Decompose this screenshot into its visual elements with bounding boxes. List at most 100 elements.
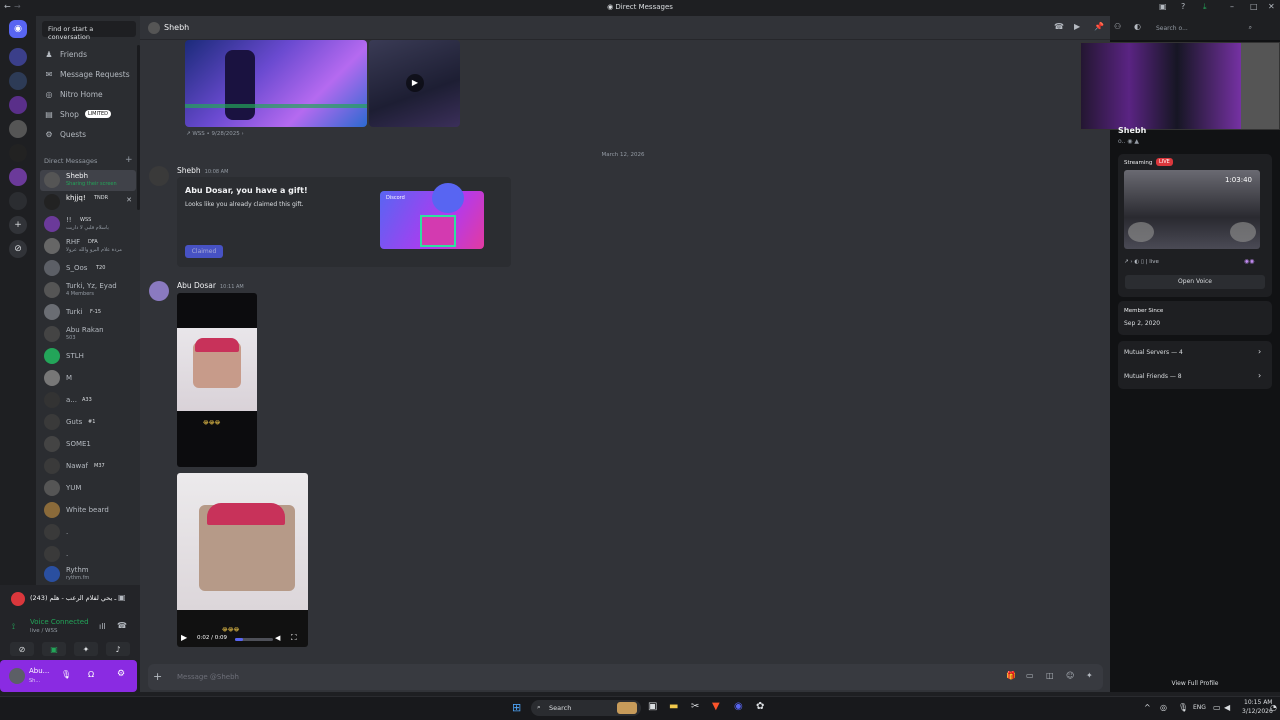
avatar[interactable] xyxy=(149,166,169,186)
create-dm-plus-icon[interactable]: + xyxy=(125,155,133,165)
chatgpt-icon[interactable]: ✿ xyxy=(756,701,764,712)
inbox-icon[interactable]: ▣ xyxy=(1159,2,1167,11)
dm-item[interactable]: a... A33 xyxy=(40,390,136,411)
dm-item[interactable]: SOME1 xyxy=(40,434,136,455)
dm-item[interactable]: White beard xyxy=(40,500,136,521)
capcut-icon[interactable]: ✂ xyxy=(691,701,699,712)
close-window-icon[interactable]: ✕ xyxy=(1268,2,1275,11)
tray-app-icon[interactable]: ◎ xyxy=(1160,703,1167,712)
pin-icon[interactable]: 📌 xyxy=(1094,22,1104,31)
dm-item[interactable]: Nawaf M37 xyxy=(40,456,136,477)
server-icon[interactable] xyxy=(9,96,27,114)
emoji-icon[interactable]: ☺ xyxy=(1066,671,1074,680)
screen-icon[interactable]: ▣ xyxy=(118,593,126,602)
video-attachment[interactable]: 😂😂😂 ▶ 0:02 / 0:09 ◀ ⛶ xyxy=(177,473,308,647)
microphone-icon[interactable]: 🎙 xyxy=(61,670,71,679)
server-icon[interactable] xyxy=(9,168,27,186)
brave-browser-icon[interactable]: ▼ xyxy=(712,701,720,712)
add-server-button[interactable]: + xyxy=(9,216,27,234)
claimed-button[interactable]: Claimed xyxy=(185,245,223,258)
dm-item[interactable]: khjjq! TNDR ✕ xyxy=(40,192,136,213)
maximize-icon[interactable]: □ xyxy=(1250,2,1258,11)
explore-button[interactable]: ⊘ xyxy=(9,240,27,258)
windows-start-icon[interactable]: ⊞ xyxy=(512,701,521,714)
image-attachment[interactable]: 😂😂😂 xyxy=(177,293,257,467)
camera-off-button[interactable]: ⊘ xyxy=(10,642,34,656)
network-icon[interactable]: ▭ xyxy=(1213,703,1221,712)
dm-item[interactable]: Guts #1 xyxy=(40,412,136,433)
taskbar-search[interactable]: ⌕ Search xyxy=(531,700,641,716)
headphones-icon[interactable]: Ω xyxy=(88,670,94,679)
nav-quests[interactable]: ⚙ Quests xyxy=(40,125,136,143)
dm-item-shebh[interactable]: Shebh Sharing their screen xyxy=(40,170,136,191)
activities-button[interactable]: ✦ xyxy=(74,642,98,656)
stream-thumbnail[interactable]: ▶ xyxy=(369,40,460,127)
help-icon[interactable]: ? xyxy=(1181,2,1185,11)
video-call-icon[interactable]: ▶ xyxy=(1074,22,1080,31)
add-friends-icon[interactable]: ⚇ xyxy=(1114,22,1121,31)
dm-item[interactable]: Rythm rythm.fm xyxy=(40,564,136,585)
nav-nitro-home[interactable]: ◎ Nitro Home xyxy=(40,85,136,103)
download-icon[interactable]: ⤓ xyxy=(1203,2,1207,12)
message-author[interactable]: Abu Dosar 10:11 AM xyxy=(177,281,244,290)
tray-mic-icon[interactable]: 🎙 xyxy=(1178,703,1188,712)
message-input[interactable]: Message @Shebh xyxy=(177,673,239,681)
dm-item[interactable]: RHF DFA مردة علام البرو والله عرولا xyxy=(40,236,136,257)
stream-preview[interactable]: 1:03:40 xyxy=(1124,170,1260,249)
task-view-icon[interactable]: ▣ xyxy=(648,701,657,712)
dm-item[interactable]: S_Oos T20 xyxy=(40,258,136,279)
nav-shop[interactable]: ▤ Shop LIMITED xyxy=(40,105,136,123)
dm-item[interactable]: STLH xyxy=(40,346,136,367)
play-icon[interactable]: ▶ xyxy=(406,74,424,92)
mutual-friends-row[interactable]: Mutual Friends — 8 › xyxy=(1118,368,1272,386)
server-icon[interactable] xyxy=(9,120,27,138)
dm-item[interactable]: Abu Rakan 503 xyxy=(40,324,136,345)
notifications-icon[interactable]: ◔ xyxy=(1270,703,1277,712)
server-icon[interactable] xyxy=(9,72,27,90)
file-explorer-icon[interactable]: ▬ xyxy=(669,701,678,712)
mutual-servers-row[interactable]: Mutual Servers — 4 › xyxy=(1118,344,1272,362)
dm-item[interactable]: . xyxy=(40,544,136,565)
fullscreen-icon[interactable]: ⛶ xyxy=(291,633,297,643)
settings-gear-icon[interactable]: ⚙ xyxy=(117,669,125,679)
volume-icon[interactable]: ◀ xyxy=(1224,703,1230,712)
dm-item[interactable]: M xyxy=(40,368,136,389)
nav-message-requests[interactable]: ✉ Message Requests xyxy=(40,65,136,83)
avatar[interactable] xyxy=(9,668,25,684)
dm-search-input[interactable]: Find or start a conversation xyxy=(42,21,136,41)
screen-share-preview[interactable] xyxy=(1080,42,1280,130)
server-icon[interactable] xyxy=(9,192,27,210)
server-icon[interactable] xyxy=(9,48,27,66)
close-dm-icon[interactable]: ✕ xyxy=(126,196,132,204)
voice-call-icon[interactable]: ☎ xyxy=(1054,22,1064,31)
dm-item[interactable]: Turki F-15 xyxy=(40,302,136,323)
soundboard-button[interactable]: ♪ xyxy=(106,642,130,656)
tray-chevron-up-icon[interactable]: ^ xyxy=(1144,703,1151,712)
discord-taskbar-icon[interactable]: ◉ xyxy=(734,701,743,712)
noise-suppression-icon[interactable]: ıll xyxy=(99,622,106,631)
video-progress-bar[interactable] xyxy=(235,638,273,641)
minimize-icon[interactable]: – xyxy=(1230,2,1234,11)
server-icon[interactable] xyxy=(9,144,27,162)
play-icon[interactable]: ▶ xyxy=(181,633,187,642)
sticker-icon[interactable]: ◫ xyxy=(1046,671,1054,680)
user-profile-icon[interactable]: ◐ xyxy=(1134,22,1141,31)
message-author[interactable]: Shebh 10:08 AM xyxy=(177,166,228,175)
volume-icon[interactable]: ◀ xyxy=(275,634,280,642)
open-voice-button[interactable]: Open Voice xyxy=(1125,275,1265,289)
nav-friends[interactable]: ♟ Friends xyxy=(40,45,136,63)
home-button[interactable]: ◉ xyxy=(9,20,27,38)
gif-icon[interactable]: ▭ xyxy=(1026,671,1034,680)
screen-share-button[interactable]: ▣ xyxy=(42,642,66,656)
avatar[interactable] xyxy=(149,281,169,301)
dm-item[interactable]: Turki, Yz, Eyad 4 Members xyxy=(40,280,136,301)
dm-item[interactable]: . xyxy=(40,522,136,543)
dm-item[interactable]: YUM xyxy=(40,478,136,499)
gift-icon[interactable]: 🎁 xyxy=(1006,671,1016,680)
apps-icon[interactable]: ✦ xyxy=(1086,671,1093,680)
stream-thumbnail[interactable] xyxy=(185,40,367,127)
view-full-profile-link[interactable]: View Full Profile xyxy=(1110,680,1280,687)
chat-search-input[interactable]: Search o... ⌕ xyxy=(1151,21,1257,36)
disconnect-icon[interactable]: ☎ xyxy=(117,621,127,630)
upload-plus-icon[interactable]: + xyxy=(153,670,162,683)
